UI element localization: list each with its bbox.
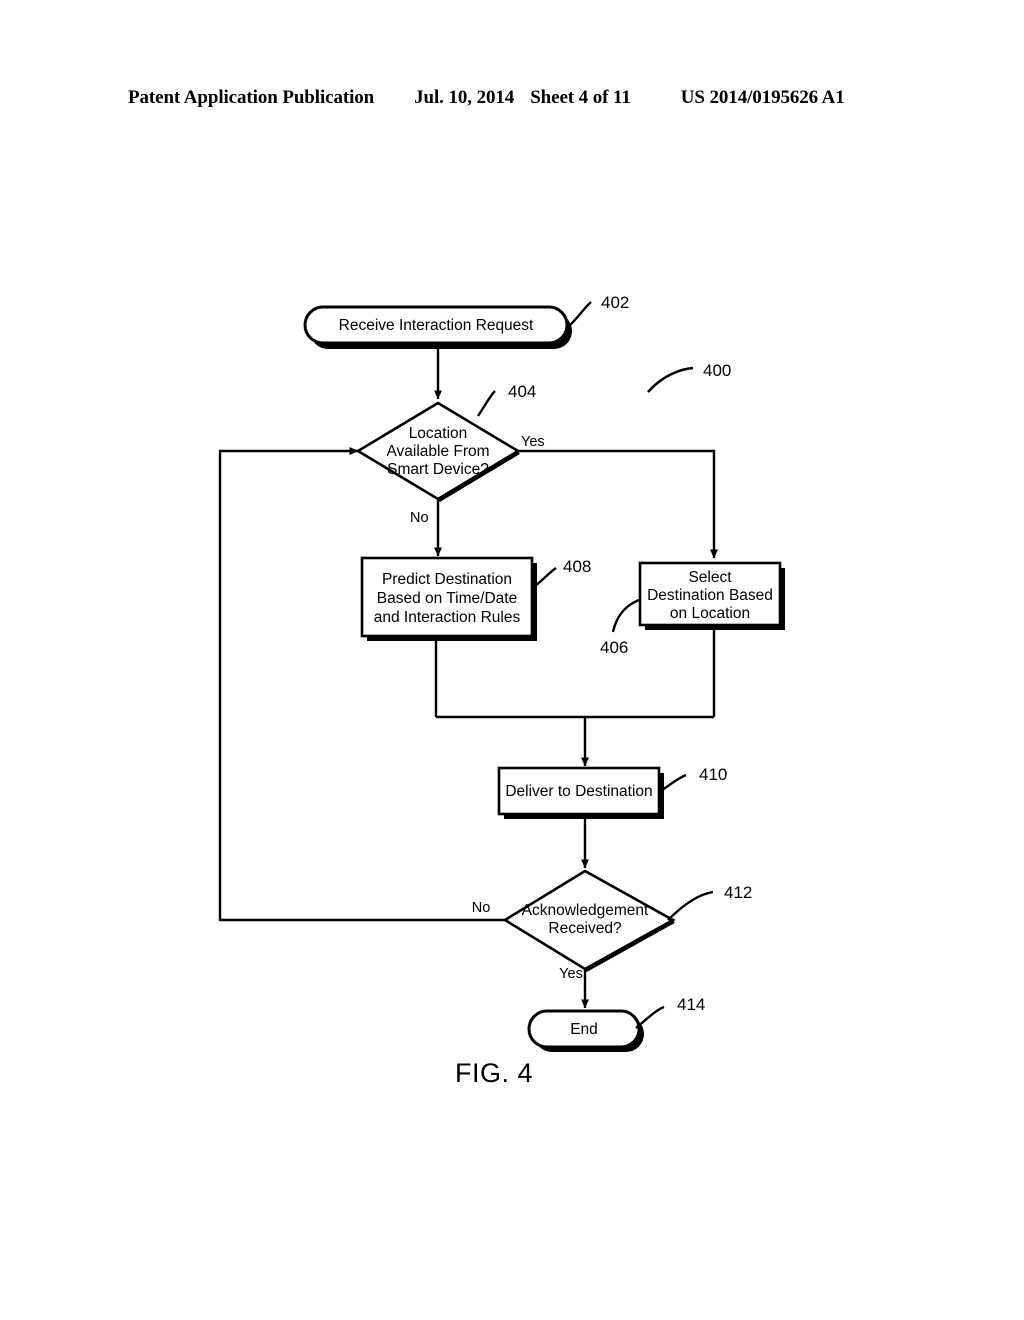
node-label-predict-line2: Based on Time/Date bbox=[377, 590, 517, 607]
reference-leader-400: 400 bbox=[647, 361, 731, 393]
node-select-destination[interactable]: Select Destination Based on Location bbox=[638, 561, 785, 630]
reference-number-412: 412 bbox=[724, 883, 752, 902]
node-receive-interaction-request[interactable]: Receive Interaction Request bbox=[303, 305, 572, 349]
node-label-location-line1: Location bbox=[409, 425, 468, 442]
reference-leader-408: 408 bbox=[534, 557, 591, 587]
reference-number-408: 408 bbox=[563, 557, 591, 576]
node-label-end: End bbox=[570, 1021, 598, 1038]
figure-caption: FIG. 4 bbox=[455, 1058, 534, 1088]
node-label-deliver: Deliver to Destination bbox=[505, 783, 652, 800]
reference-leader-412: 412 bbox=[667, 883, 752, 921]
edge-label-location-yes: Yes bbox=[521, 434, 545, 450]
edge-ack-no-feedback-loop bbox=[218, 447, 505, 922]
flowchart-figure: Receive Interaction Request 402 400 Loca… bbox=[0, 0, 1024, 1320]
node-label-predict-line1: Predict Destination bbox=[382, 571, 512, 588]
node-label-select-line3: on Location bbox=[670, 605, 750, 622]
edge-label-ack-no: No bbox=[472, 900, 491, 916]
reference-number-410: 410 bbox=[699, 765, 727, 784]
reference-leader-402: 402 bbox=[567, 293, 629, 328]
reference-leader-410: 410 bbox=[660, 765, 727, 792]
node-end[interactable]: End bbox=[527, 1009, 644, 1052]
edge-label-ack-yes: Yes bbox=[559, 966, 583, 982]
reference-leader-414: 414 bbox=[635, 995, 705, 1029]
reference-number-402: 402 bbox=[601, 293, 629, 312]
node-label-select-line2: Destination Based bbox=[647, 587, 773, 604]
node-decision-location-available[interactable]: Location Available From Smart Device? bbox=[355, 401, 521, 503]
node-decision-acknowledgement-received[interactable]: Acknowledgement Received? bbox=[502, 869, 676, 973]
edge-location-yes-to-select bbox=[518, 449, 718, 559]
node-label-ack-line2: Received? bbox=[548, 920, 622, 937]
node-label-location-line2: Available From bbox=[386, 443, 489, 460]
reference-number-404: 404 bbox=[508, 382, 536, 401]
node-label-location-line3: Smart Device? bbox=[387, 461, 489, 478]
reference-leader-406: 406 bbox=[600, 598, 640, 657]
reference-leader-404: 404 bbox=[477, 382, 536, 417]
node-label-select-line1: Select bbox=[688, 569, 732, 586]
reference-number-400: 400 bbox=[703, 361, 731, 380]
edge-label-location-no: No bbox=[410, 510, 429, 526]
node-predict-destination[interactable]: Predict Destination Based on Time/Date a… bbox=[360, 556, 537, 641]
reference-number-414: 414 bbox=[677, 995, 705, 1014]
node-label-predict-line3: and Interaction Rules bbox=[374, 609, 521, 626]
node-label-ack-line1: Acknowledgement bbox=[522, 902, 649, 919]
reference-number-406: 406 bbox=[600, 638, 628, 657]
node-deliver-to-destination[interactable]: Deliver to Destination bbox=[497, 766, 664, 819]
node-label-start: Receive Interaction Request bbox=[339, 317, 534, 334]
